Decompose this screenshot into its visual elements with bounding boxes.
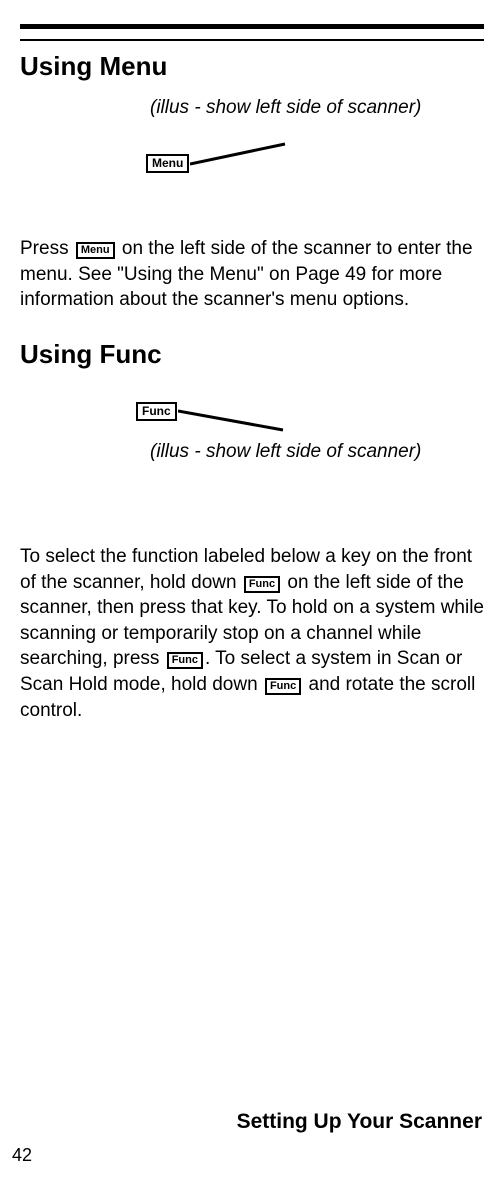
horizontal-rule-thick <box>20 24 484 29</box>
func-key-inline-2: Func <box>167 652 203 669</box>
func-key-label: Func <box>136 402 177 421</box>
paragraph-using-menu: Press Menu on the left side of the scann… <box>20 236 484 313</box>
func-key-inline-3: Func <box>265 678 301 695</box>
paragraph-using-func: To select the function labeled below a k… <box>20 544 484 723</box>
section-heading-using-menu: Using Menu <box>20 51 484 82</box>
illustration-caption-func: (illus - show left side of scanner) <box>150 440 421 465</box>
pointer-line-func <box>178 406 288 436</box>
menu-key-inline: Menu <box>76 242 115 259</box>
menu-key-label: Menu <box>146 154 189 173</box>
illustration-block-menu: (illus - show left side of scanner) Menu <box>20 96 484 216</box>
pointer-line-menu <box>190 142 290 172</box>
section-heading-using-func: Using Func <box>20 339 484 370</box>
footer-chapter-title: Setting Up Your Scanner <box>237 1110 482 1134</box>
horizontal-rule-thin <box>20 39 484 41</box>
illustration-caption-menu: (illus - show left side of scanner) <box>150 96 421 121</box>
page-number: 42 <box>12 1145 32 1166</box>
func-key-inline-1: Func <box>244 576 280 593</box>
text-fragment: Press <box>20 238 74 259</box>
illustration-block-func: Func (illus - show left side of scanner) <box>20 384 484 524</box>
